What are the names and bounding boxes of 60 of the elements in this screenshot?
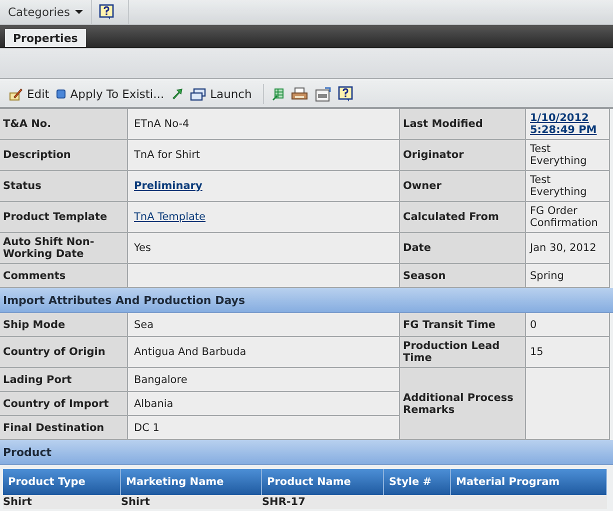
field-label: Originator <box>400 140 526 171</box>
help-icon[interactable] <box>99 4 114 20</box>
column-header[interactable]: Product Type <box>3 469 121 495</box>
table-cell: Shirt <box>121 496 150 508</box>
square-icon <box>56 89 66 99</box>
column-header[interactable]: Product Name <box>262 469 384 495</box>
column-header[interactable]: Marketing Name <box>121 469 262 495</box>
toolbar-button[interactable]: Launch <box>188 85 257 103</box>
section-header: Import Attributes And Production Days <box>0 288 613 313</box>
field-label: Comments <box>0 264 128 288</box>
field-label: Additional Process Remarks <box>400 368 526 440</box>
field-label: Country of Origin <box>0 337 128 368</box>
field-link[interactable]: Preliminary <box>134 180 202 192</box>
pencil-icon <box>9 87 23 101</box>
grid-icon[interactable] <box>272 88 284 100</box>
arrow-icon[interactable] <box>171 88 184 100</box>
help-icon[interactable] <box>338 86 353 102</box>
field-value: Sea <box>134 318 154 330</box>
toolbar-button[interactable]: Apply To Existi... <box>54 85 170 103</box>
field-value: Antigua And Barbuda <box>134 346 246 358</box>
field-label: Product Template <box>0 202 128 233</box>
field-value: DC 1 <box>134 422 160 434</box>
tab[interactable]: Properties <box>5 29 86 47</box>
field-value: 15 <box>530 346 544 358</box>
field-value: Jan 30, 2012 <box>530 242 596 254</box>
field-label: FG Transit Time <box>400 313 526 337</box>
field-label: Calculated From <box>400 202 526 233</box>
field-value: ETnA No-4 <box>134 118 190 130</box>
field-value: Test Everything <box>530 143 588 167</box>
table-cell: Shirt <box>3 496 32 508</box>
field-label: Description <box>0 140 128 171</box>
section-header: Product <box>0 440 613 465</box>
field-label: Auto Shift Non-Working Date <box>0 233 128 264</box>
field-label: Last Modified <box>400 109 526 140</box>
field-value: Spring <box>530 270 564 282</box>
field-value: 0 <box>530 318 537 330</box>
toolbar-button[interactable]: Edit <box>7 85 54 103</box>
field-value: Test Everything <box>530 174 588 198</box>
field-label: Country of Import <box>0 392 128 416</box>
field-label: T&A No. <box>0 109 128 140</box>
column-header[interactable]: Material Program <box>451 469 607 495</box>
field-value: Yes <box>134 242 151 254</box>
windows-icon <box>190 88 206 100</box>
table-cell: SHR-17 <box>262 496 306 508</box>
field-label: Date <box>400 233 526 264</box>
field-link[interactable]: TnA Template <box>134 211 206 223</box>
field-value: FG Order Confirmation <box>530 205 599 229</box>
field-label: Production Lead Time <box>400 337 526 368</box>
categories-menu[interactable]: Categories <box>0 0 92 24</box>
field-label: Owner <box>400 171 526 202</box>
field-value: Bangalore <box>134 374 188 386</box>
printer-icon[interactable] <box>290 87 308 101</box>
column-header[interactable]: Style # <box>384 469 451 495</box>
field-label: Lading Port <box>0 368 128 392</box>
field-label: Ship Mode <box>0 313 128 337</box>
field-label: Final Destination <box>0 416 128 440</box>
field-label: Status <box>0 171 128 202</box>
field-label: Season <box>400 264 526 288</box>
field-value: Albania <box>134 398 174 410</box>
field-value: TnA for Shirt <box>134 149 200 161</box>
